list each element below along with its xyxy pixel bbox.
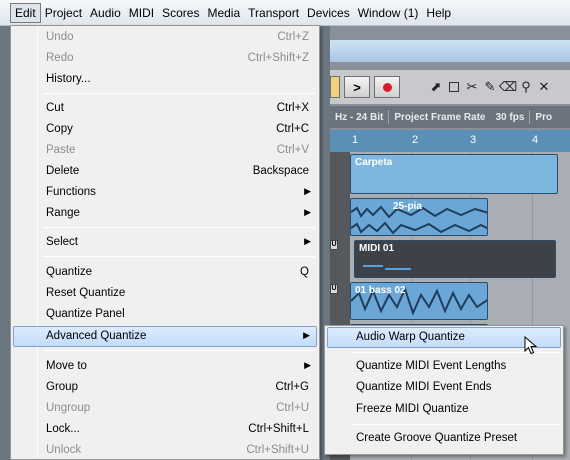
menu-item-undo[interactable]: Undo Ctrl+Z xyxy=(13,27,317,48)
ruler-bar-3: 3 xyxy=(470,134,477,146)
menu-item-delete[interactable]: Delete Backspace xyxy=(13,161,317,182)
menu-project[interactable]: Project xyxy=(41,3,86,23)
menu-item-reset-quantize[interactable]: Reset Quantize xyxy=(13,283,317,304)
submenu-arrow-icon: ▶ xyxy=(304,186,311,196)
menu-item-range[interactable]: Range ▶ xyxy=(13,203,317,224)
pointer-tool-icon[interactable]: ⬈ xyxy=(428,78,444,96)
mouse-cursor-icon xyxy=(524,336,538,355)
zoom-tool-icon[interactable]: ⚲ xyxy=(518,78,534,96)
menu-item-select[interactable]: Select ▶ xyxy=(13,232,317,253)
menu-item-quantize-panel[interactable]: Quantize Panel xyxy=(13,304,317,325)
menu-item-quantize[interactable]: Quantize Q xyxy=(13,262,317,283)
event-label: MIDI 01 xyxy=(359,243,395,254)
record-icon xyxy=(382,82,392,92)
menu-item-quantize-midi-event-ends[interactable]: Quantize MIDI Event Ends xyxy=(327,377,561,398)
mute-tool-icon[interactable]: ✕ xyxy=(536,78,552,96)
menu-item-create-groove-quantize-preset[interactable]: Create Groove Quantize Preset xyxy=(327,428,561,449)
ruler-bar-2: 2 xyxy=(412,134,419,146)
audio-event[interactable]: 25-pia xyxy=(350,198,488,236)
menu-window[interactable]: Window (1) xyxy=(354,3,423,23)
menubar: Edit Project Audio MIDI Scores Media Tra… xyxy=(0,0,570,26)
menu-item-history[interactable]: History... xyxy=(13,69,317,90)
event-label: Carpeta xyxy=(355,157,393,168)
menu-help[interactable]: Help xyxy=(422,3,455,23)
track-button[interactable]: U xyxy=(330,284,338,294)
sample-format[interactable]: Hz - 24 Bit xyxy=(330,112,388,123)
range-tool-icon[interactable] xyxy=(446,78,462,96)
toolbar: > ⬈ ✂ ✎ ⌫ ⚲ ✕ xyxy=(330,70,570,104)
play-button[interactable]: > xyxy=(344,76,370,98)
submenu-arrow-icon: ▶ xyxy=(304,207,311,217)
menu-audio[interactable]: Audio xyxy=(86,3,125,23)
event-label: 01 bass 02 xyxy=(355,285,406,296)
submenu-arrow-icon: ▶ xyxy=(303,330,310,340)
menu-item-functions[interactable]: Functions ▶ xyxy=(13,182,317,203)
menu-midi[interactable]: MIDI xyxy=(125,3,158,23)
menu-item-group[interactable]: Group Ctrl+G xyxy=(13,377,317,398)
menu-media[interactable]: Media xyxy=(203,3,244,23)
draw-tool-icon[interactable]: ✎ xyxy=(482,78,498,96)
project-info-bar: Hz - 24 Bit Project Frame Rate 30 fps Pr… xyxy=(330,106,570,128)
menu-item-freeze-midi-quantize[interactable]: Freeze MIDI Quantize xyxy=(327,399,561,420)
menu-item-move-to[interactable]: Move to ▶ xyxy=(13,356,317,377)
menu-item-ungroup[interactable]: Ungroup Ctrl+U xyxy=(13,398,317,419)
record-button[interactable] xyxy=(374,76,400,98)
menu-edit[interactable]: Edit xyxy=(10,2,41,23)
menu-item-unlock[interactable]: Unlock Ctrl+Shift+U xyxy=(13,440,317,460)
ruler-bar-4: 4 xyxy=(532,134,539,146)
erase-tool-icon[interactable]: ⌫ xyxy=(499,78,517,96)
split-tool-icon[interactable]: ✂ xyxy=(464,78,480,96)
timeline-ruler[interactable]: 1 2 3 4 xyxy=(330,130,570,152)
menu-item-cut[interactable]: Cut Ctrl+X xyxy=(13,98,317,119)
submenu-arrow-icon: ▶ xyxy=(304,236,311,246)
menu-item-lock[interactable]: Lock... Ctrl+Shift+L xyxy=(13,419,317,440)
frame-rate-value[interactable]: 30 fps xyxy=(491,112,530,123)
menu-item-redo[interactable]: Redo Ctrl+Shift+Z xyxy=(13,48,317,69)
stop-button[interactable] xyxy=(330,76,340,98)
window-title-strip xyxy=(330,40,570,62)
play-icon: > xyxy=(353,79,361,95)
folder-event[interactable]: Carpeta xyxy=(350,154,558,194)
track-button[interactable]: U xyxy=(330,240,338,250)
midi-event[interactable]: MIDI 01 xyxy=(354,240,556,278)
info-bar-trailing: Pro xyxy=(535,111,553,123)
ruler-bar-1: 1 xyxy=(352,134,359,146)
menu-devices[interactable]: Devices xyxy=(303,3,354,23)
menu-item-advanced-quantize[interactable]: Advanced Quantize ▶ xyxy=(13,326,317,347)
submenu-arrow-icon: ▶ xyxy=(304,360,311,370)
frame-rate-label: Project Frame Rate xyxy=(394,111,486,123)
menu-item-paste[interactable]: Paste Ctrl+V xyxy=(13,140,317,161)
menu-scores[interactable]: Scores xyxy=(158,3,203,23)
edit-menu: Undo Ctrl+Z Redo Ctrl+Shift+Z History...… xyxy=(10,25,320,460)
audio-event[interactable]: 01 bass 02 xyxy=(350,282,488,320)
event-label: 25-pia xyxy=(393,201,422,212)
menu-item-copy[interactable]: Copy Ctrl+C xyxy=(13,119,317,140)
menu-item-quantize-midi-event-lengths[interactable]: Quantize MIDI Event Lengths xyxy=(327,356,561,377)
menu-transport[interactable]: Transport xyxy=(244,3,303,23)
